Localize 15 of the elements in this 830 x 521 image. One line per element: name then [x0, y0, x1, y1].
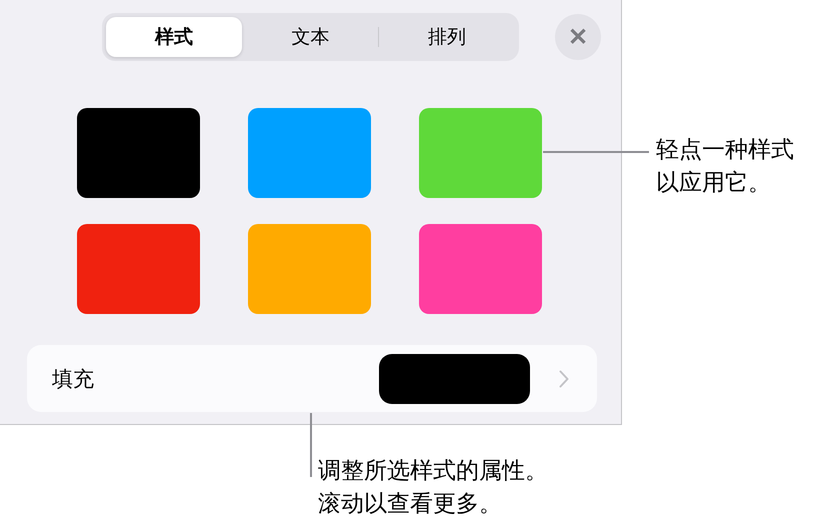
style-swatch[interactable]: [77, 108, 200, 198]
style-swatch[interactable]: [248, 108, 371, 198]
tab[interactable]: 样式: [106, 17, 242, 57]
style-swatch[interactable]: [248, 224, 371, 314]
callout-text: 轻点一种样式 以应用它。: [656, 136, 794, 198]
fill-row[interactable]: 填充: [27, 345, 597, 412]
tab[interactable]: 文本: [242, 17, 378, 57]
fill-label: 填充: [52, 366, 94, 392]
callout-text: 调整所选样式的属性。 滚动以查看更多。: [318, 457, 548, 519]
leader-line: [310, 413, 312, 477]
style-swatch[interactable]: [419, 224, 542, 314]
style-swatch[interactable]: [419, 108, 542, 198]
tab[interactable]: 排列: [379, 17, 516, 57]
style-swatch[interactable]: [77, 224, 200, 314]
chevron-icon: [559, 370, 569, 388]
